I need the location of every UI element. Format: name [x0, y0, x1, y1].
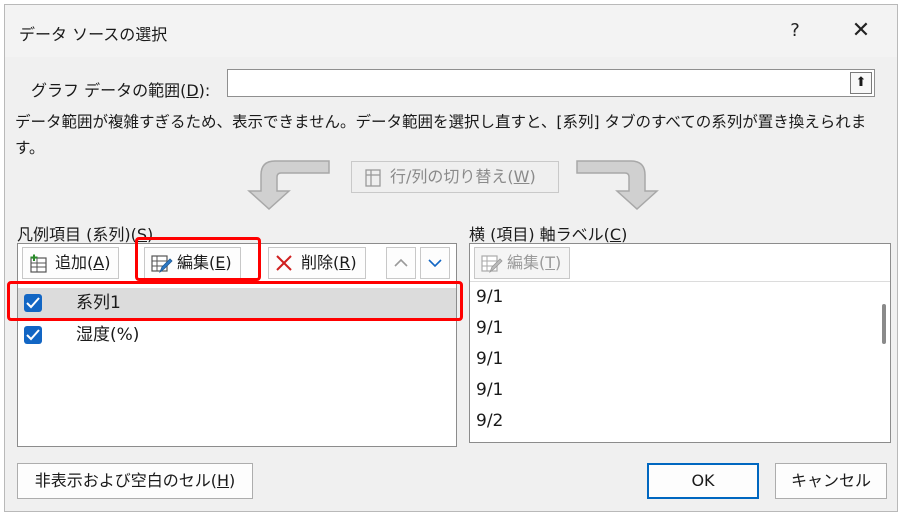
edit-series-icon [151, 255, 173, 274]
edit-series-button[interactable]: 編集(E) [144, 247, 241, 279]
add-series-icon [30, 254, 47, 273]
dialog-title: データ ソースの選択 [19, 25, 168, 44]
chart-range-label: グラフ データの範囲(D): [31, 81, 211, 100]
range-warning-text: データ範囲が複雑すぎるため、表示できません。データ範囲を選択し直すと、[系列] … [15, 113, 867, 157]
axis-label-list: 9/1 9/1 9/1 9/1 9/2 [470, 282, 870, 442]
series-label: 系列1 [76, 293, 121, 313]
legend-entries-panel: 追加(A) 編集(E) 削除(R) 系列1 湿度(%) [17, 243, 457, 447]
switch-row-column-button[interactable]: 行/列の切り替え(W) [351, 161, 559, 193]
list-item: 9/1 [476, 349, 504, 369]
select-data-source-dialog: データ ソースの選択 ? ✕ グラフ データの範囲(D): ⬆ データ範囲が複雑… [4, 4, 898, 512]
cancel-button[interactable]: キャンセル [775, 463, 887, 499]
move-up-button[interactable] [386, 247, 416, 279]
delete-icon [276, 255, 292, 271]
chevron-up-icon [394, 258, 408, 267]
list-item: 9/1 [476, 380, 504, 400]
remove-series-button[interactable]: 削除(R) [268, 247, 366, 279]
switch-row-column-icon [365, 169, 381, 187]
curved-arrow-left-icon [247, 160, 330, 211]
series-checkbox[interactable] [24, 294, 42, 312]
checkmark-icon [26, 297, 40, 309]
close-button[interactable]: ✕ [843, 15, 879, 47]
legend-toolbar: 追加(A) 編集(E) 削除(R) [18, 244, 456, 282]
axis-labels-panel: 編集(T) 9/1 9/1 9/1 9/1 9/2 [469, 243, 891, 443]
edit-axis-icon [481, 255, 503, 274]
legend-entries-label: 凡例項目 (系列)(S) [17, 225, 154, 244]
axis-toolbar: 編集(T) [470, 244, 890, 282]
list-item: 9/1 [476, 318, 504, 338]
add-series-button[interactable]: 追加(A) [22, 247, 120, 279]
list-item: 9/1 [476, 287, 504, 307]
series-label: 湿度(%) [76, 325, 140, 345]
series-item[interactable]: 湿度(%) [18, 320, 456, 350]
chevron-down-icon [428, 259, 442, 268]
help-button[interactable]: ? [777, 15, 813, 47]
title-bar: データ ソースの選択 ? ✕ [5, 5, 897, 57]
checkmark-icon [26, 329, 40, 341]
curved-arrow-right-icon [576, 160, 659, 211]
ok-button[interactable]: OK [647, 463, 759, 499]
chart-range-input[interactable]: ⬆ [227, 69, 875, 97]
series-checkbox[interactable] [24, 326, 42, 344]
axis-list-scrollbar[interactable] [882, 304, 886, 344]
list-item: 9/2 [476, 411, 504, 431]
move-down-button[interactable] [420, 247, 450, 279]
edit-axis-labels-button[interactable]: 編集(T) [474, 247, 571, 279]
hidden-empty-cells-button[interactable]: 非表示および空白のセル(H) [17, 463, 253, 499]
series-item[interactable]: 系列1 [18, 288, 456, 318]
collapse-dialog-icon[interactable]: ⬆ [850, 72, 872, 94]
axis-labels-label: 横 (項目) 軸ラベル(C) [469, 225, 628, 244]
